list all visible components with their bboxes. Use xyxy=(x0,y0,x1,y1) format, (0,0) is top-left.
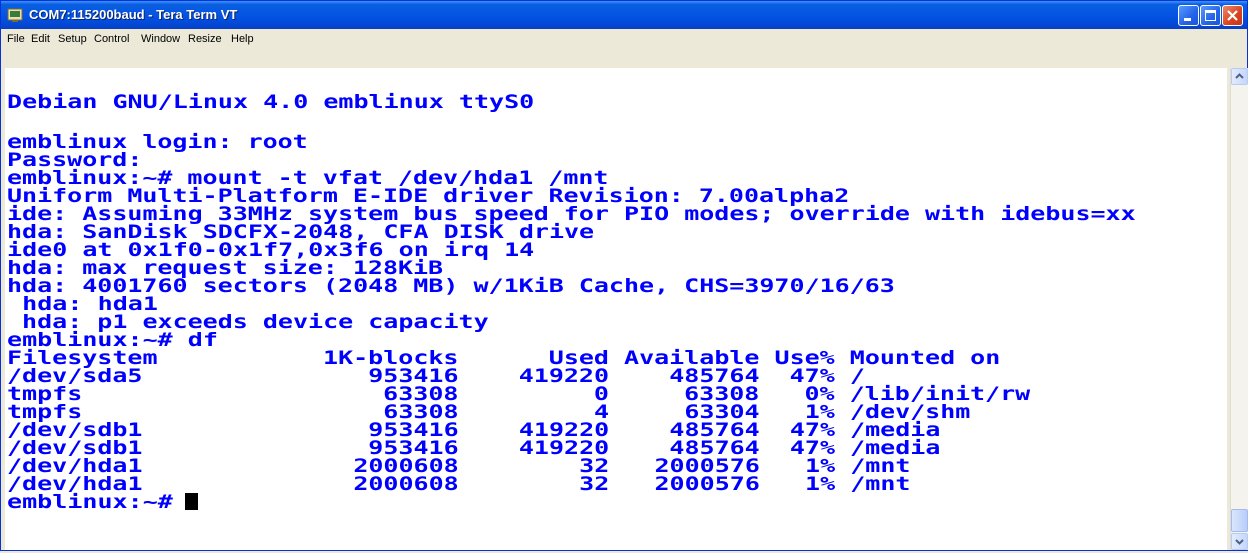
scroll-up-arrow-icon xyxy=(1235,73,1244,79)
maximize-icon xyxy=(1205,10,1216,21)
text-cursor xyxy=(184,493,198,510)
menu-control[interactable]: Control xyxy=(94,33,129,45)
scroll-thumb[interactable] xyxy=(1231,509,1248,532)
menu-window[interactable]: Window xyxy=(141,33,180,45)
terminal-window: COM7:115200baud - Tera Term VT File Edit… xyxy=(0,0,1248,551)
scroll-down-button[interactable] xyxy=(1231,533,1248,550)
menu-resize[interactable]: Resize xyxy=(188,33,222,45)
minimize-button[interactable] xyxy=(1178,5,1199,26)
menu-edit[interactable]: Edit xyxy=(31,33,50,45)
window-title: COM7:115200baud - Tera Term VT xyxy=(29,7,238,22)
close-icon xyxy=(1227,10,1238,21)
scroll-down-arrow-icon xyxy=(1235,539,1244,545)
terminal-frame xyxy=(1,51,1247,68)
terminal-screen[interactable]: Debian GNU/Linux 4.0 emblinux ttyS0 embl… xyxy=(5,68,1227,550)
minimize-icon xyxy=(1184,18,1191,21)
maximize-button[interactable] xyxy=(1200,5,1221,26)
vertical-scrollbar[interactable] xyxy=(1230,68,1248,550)
close-button[interactable] xyxy=(1222,5,1243,26)
title-bar[interactable]: COM7:115200baud - Tera Term VT xyxy=(1,1,1247,29)
menu-help[interactable]: Help xyxy=(231,33,254,45)
menu-setup[interactable]: Setup xyxy=(58,33,87,45)
scroll-up-button[interactable] xyxy=(1231,68,1248,85)
menu-bar: File Edit Setup Control Window Resize He… xyxy=(1,29,1247,51)
terminal-prompt: emblinux:~# xyxy=(7,491,188,513)
terminal-line: Debian GNU/Linux 4.0 emblinux ttyS0 xyxy=(7,91,535,113)
tera-term-icon[interactable] xyxy=(7,7,23,23)
menu-file[interactable]: File xyxy=(7,33,25,45)
